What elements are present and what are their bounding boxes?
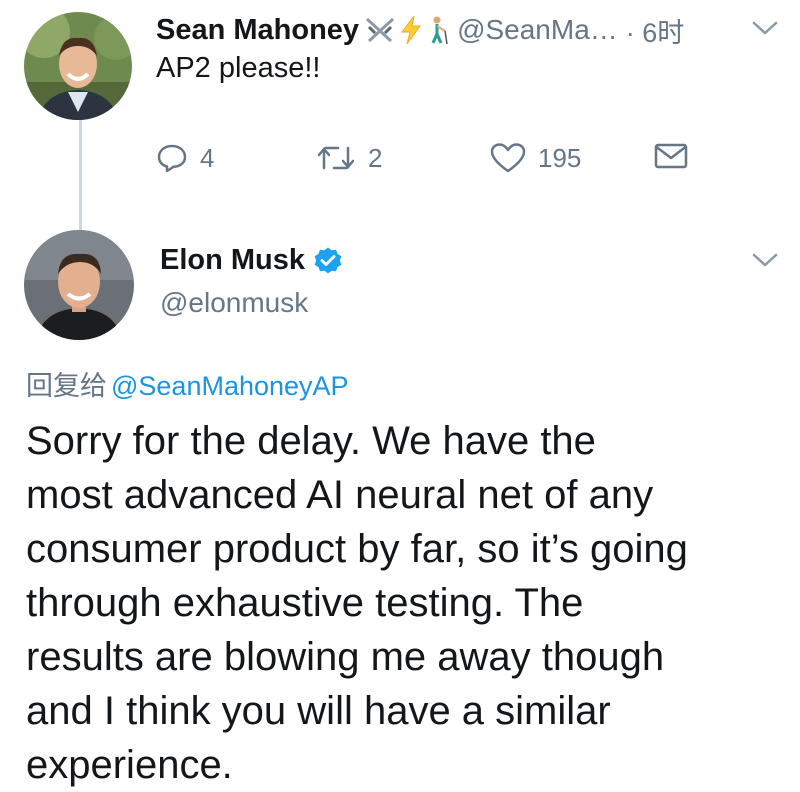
name-emoji-group — [363, 15, 451, 45]
crossed-swords-emoji — [366, 17, 395, 43]
avatar-sean-mahoney[interactable] — [24, 12, 132, 120]
chevron-down-icon[interactable] — [750, 250, 780, 270]
lightning-emoji — [401, 15, 422, 45]
reply-timestamp[interactable]: · 6时 — [626, 11, 685, 50]
reply-count: 4 — [200, 142, 215, 173]
main-author-handle[interactable]: @elonmusk — [160, 287, 308, 319]
retweet-action[interactable]: 2 — [316, 142, 382, 174]
reply-tweet-actions: 4 2 195 — [156, 142, 756, 186]
reply-author-name[interactable]: Sean Mahoney — [156, 14, 359, 47]
reply-tweet-header: Sean Mahoney @SeanMa… · 6时 — [156, 10, 780, 50]
main-author-row: Elon Musk — [160, 244, 343, 277]
replying-to-mention-link[interactable]: @SeanMahoneyAP — [111, 371, 349, 401]
thread-connector-line — [79, 118, 82, 230]
chevron-down-icon[interactable] — [750, 18, 780, 38]
verified-badge-icon — [314, 247, 342, 273]
replying-to-label: 回复给 — [26, 371, 107, 401]
retweet-count: 2 — [368, 142, 383, 173]
direct-message-action[interactable] — [654, 142, 688, 170]
like-count: 195 — [538, 142, 582, 173]
main-author-name[interactable]: Elon Musk — [160, 244, 305, 277]
avatar-elon-musk[interactable] — [24, 230, 134, 340]
envelope-icon — [654, 143, 688, 169]
replying-to-line: 回复给 @SeanMahoneyAP — [26, 364, 349, 403]
golfer-emoji — [431, 16, 448, 45]
retweet-icon — [317, 146, 355, 170]
reply-action[interactable]: 4 — [156, 142, 214, 174]
reply-bubble-icon — [157, 144, 187, 173]
main-tweet-text: Sorry for the delay. We have the most ad… — [26, 419, 688, 787]
heart-icon — [490, 143, 526, 173]
like-action[interactable]: 195 — [490, 142, 581, 174]
reply-author-handle[interactable]: @SeanMa… — [457, 14, 618, 46]
reply-tweet-text: AP2 please!! — [156, 52, 321, 84]
